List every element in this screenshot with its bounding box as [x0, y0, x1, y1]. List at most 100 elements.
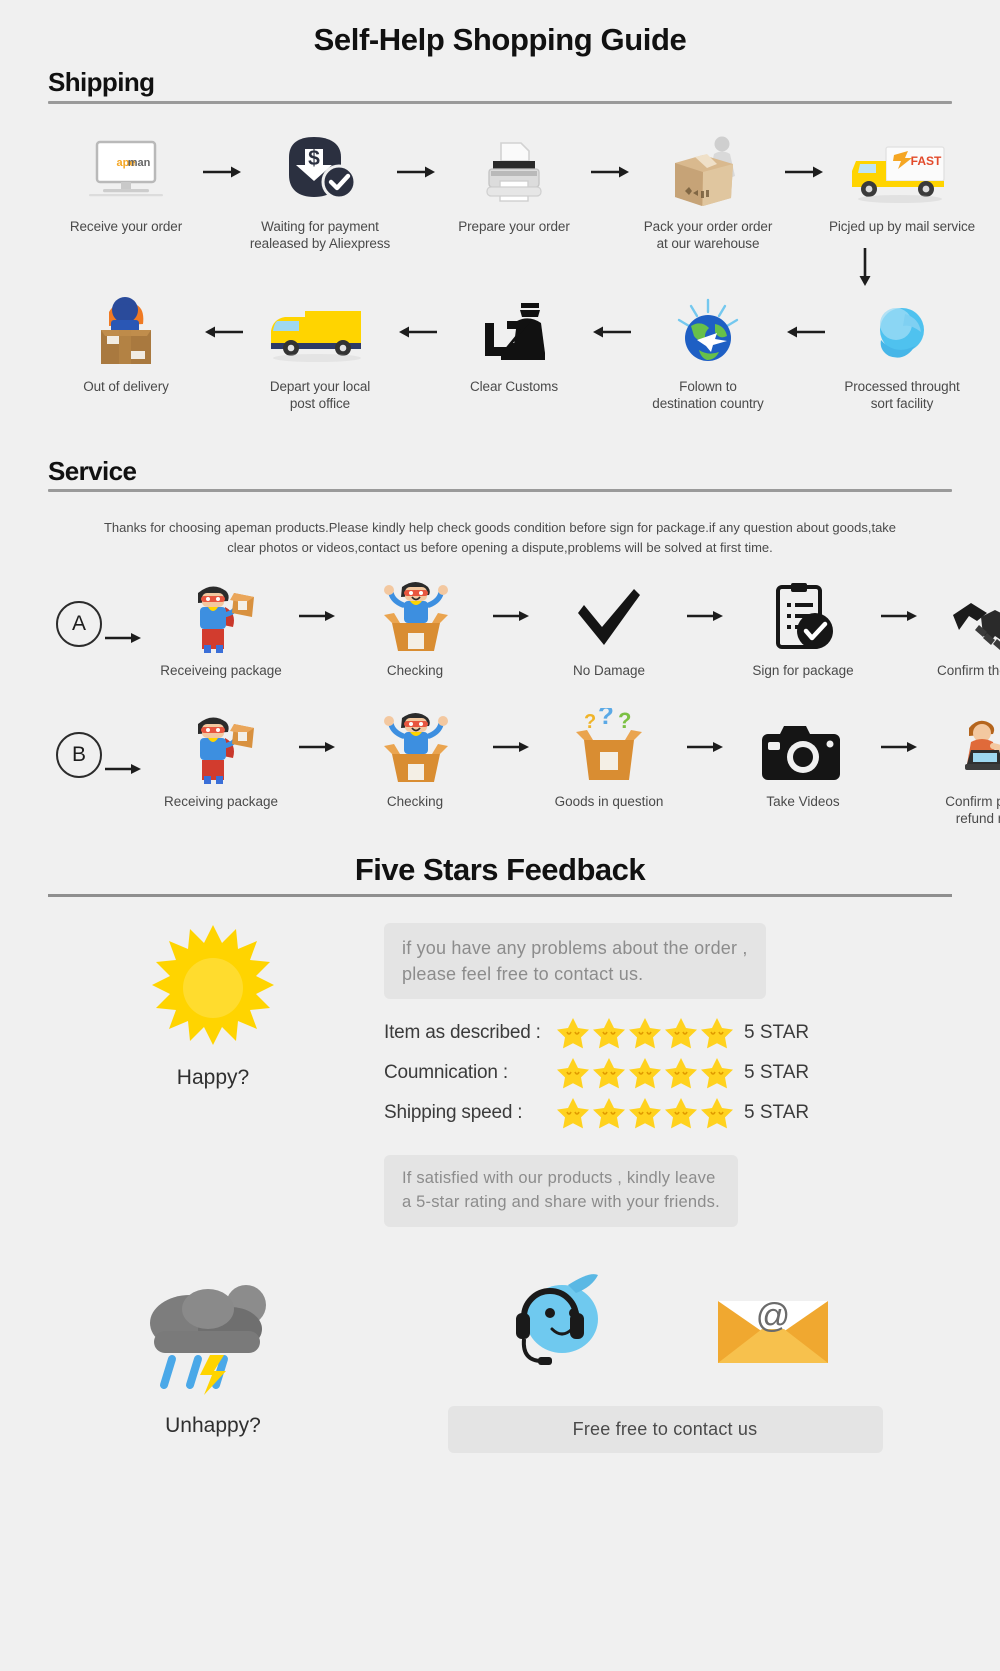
contact-icons: @ — [492, 1271, 838, 1376]
email-envelope-icon[interactable]: @ — [708, 1271, 838, 1376]
open-box-happy-icon — [372, 710, 458, 784]
section-heading-service: Service — [48, 455, 137, 486]
star-rating — [556, 1017, 734, 1049]
packing-box-worker-icon — [665, 134, 751, 210]
service-step-receiving-package-b: Receiving package — [146, 710, 296, 811]
question-box-icon: ? ? ? — [566, 708, 652, 784]
monitor-apeman-icon: ape man — [83, 134, 169, 210]
happy-block: Happy? — [48, 923, 378, 1227]
svg-text:man: man — [128, 157, 151, 169]
rating-label: Item as described : — [384, 1022, 541, 1044]
arrow-left-icon — [394, 294, 440, 370]
happy-label: Happy? — [176, 1065, 250, 1089]
divider — [48, 100, 952, 104]
blue-globe-sort-icon — [865, 294, 939, 370]
step-label: Depart your local post office — [269, 379, 371, 412]
arrow-left-icon — [588, 294, 634, 370]
bubble-problems: if you have any problems about the order… — [384, 922, 766, 1000]
rating-value: 5 STAR — [744, 1062, 810, 1084]
step-label: Waiting for payment realeased by Aliexpr… — [249, 218, 391, 251]
ratings-block: if you have any problems about the order… — [378, 922, 952, 1227]
yellow-delivery-van-icon — [267, 294, 373, 370]
arrow-right-icon — [102, 601, 146, 675]
step-label: No Damage — [572, 663, 646, 679]
globe-airplane-icon — [671, 294, 745, 370]
guide-page: Self-Help Shopping Guide Shipping ape ma… — [0, 0, 1000, 1671]
shipping-step-out-of-delivery: Out of delivery — [52, 294, 200, 395]
arrow-left-icon — [782, 294, 828, 370]
shipping-section: Shipping ape man Receive your order $ Wa… — [48, 67, 975, 413]
svg-text:@: @ — [756, 1297, 791, 1335]
arrow-right-icon — [588, 134, 634, 210]
arrow-right-icon — [296, 579, 340, 653]
rating-row: Coumnication : 5 STAR — [384, 1057, 952, 1089]
step-label: Processed throught sort facility — [844, 379, 960, 412]
flow-connector — [48, 248, 952, 288]
svg-text:FAST: FAST — [911, 154, 942, 168]
divider — [48, 489, 952, 493]
service-step-checking: Checking — [340, 579, 490, 680]
contact-block: Unhappy? @ Free free to contact us — [48, 1271, 952, 1453]
step-label: Receiving package — [163, 794, 279, 810]
step-label: Confirm the delivery — [936, 663, 1000, 679]
star-rating — [556, 1057, 734, 1089]
arrow-right-icon — [102, 732, 146, 806]
svg-text:?: ? — [584, 711, 596, 733]
open-box-happy-icon — [372, 579, 458, 653]
shipping-step-depart-post-office: Depart your local post office — [246, 294, 394, 413]
shipping-flow-row-2: Out of delivery Depart your local post o… — [48, 294, 960, 413]
step-label: Take Videos — [766, 794, 840, 810]
section-heading-shipping: Shipping — [48, 67, 155, 97]
step-label: Picjed up by mail service — [828, 218, 976, 234]
svg-text:?: ? — [598, 708, 614, 730]
shipping-step-picked-up: FAST Picjed up by mail service — [828, 134, 976, 235]
service-step-goods-in-question: ? ? ? Goods in question — [534, 708, 684, 811]
shipping-step-clear-customs: Clear Customs — [440, 294, 588, 395]
rating-row: Shipping speed : 5 STAR — [384, 1097, 952, 1129]
camera-icon — [760, 710, 846, 784]
clipboard-check-icon — [770, 579, 836, 653]
feedback-body: Happy? if you have any problems about th… — [48, 922, 952, 1227]
step-label: Goods in question — [554, 794, 664, 810]
shipping-step-flown-destination: Folown to destination country — [634, 294, 782, 413]
step-label: Checking — [386, 663, 444, 679]
contact-us-button[interactable]: Free free to contact us — [447, 1405, 883, 1453]
step-label: Out of delivery — [83, 379, 169, 395]
superhero-package-icon — [178, 710, 264, 785]
payment-dollar-shield-icon: $ — [281, 134, 359, 210]
feedback-section: Five Stars Feedback Happy? if you have a… — [48, 852, 952, 1453]
rating-label: Coumnication : — [384, 1062, 508, 1084]
shipping-step-sort-facility: Processed throught sort facility — [828, 294, 976, 413]
step-label: Receiveing package — [160, 663, 282, 679]
shipping-step-receive-order: ape man Receive your order — [52, 134, 200, 235]
page-title: Self-Help Shopping Guide — [313, 22, 687, 57]
step-label: Checking — [386, 794, 444, 810]
feedback-title: Five Stars Feedback — [354, 851, 646, 887]
arrow-right-icon — [490, 579, 534, 653]
printer-icon — [479, 134, 549, 210]
customs-officer-icon — [475, 294, 553, 370]
step-label: Folown to destination country — [652, 379, 764, 412]
rating-value: 5 STAR — [744, 1022, 810, 1044]
bubble-satisfied: If satisfied with our products , kindly … — [384, 1155, 738, 1227]
shipping-step-pack-order: Pack your order order at our warehouse — [634, 134, 782, 253]
superhero-package-icon — [178, 579, 264, 654]
service-row-b: B Receiving package Checking ? ? ? Goods… — [48, 708, 1000, 828]
service-step-take-videos: Take Videos — [728, 710, 878, 811]
arrow-right-icon — [878, 579, 922, 653]
arrow-right-icon — [878, 710, 922, 784]
headset-support-icon[interactable] — [492, 1271, 622, 1376]
service-row-a: A Receiveing package Checking No Damage … — [48, 579, 1000, 680]
arrow-left-icon — [200, 294, 246, 370]
svg-text:$: $ — [308, 147, 320, 170]
service-step-sign-for-package: Sign for package — [728, 579, 878, 680]
arrow-right-icon — [490, 710, 534, 784]
arrow-right-icon — [200, 134, 246, 210]
arrow-right-icon — [782, 134, 828, 210]
step-label: Confirm problem, refund money — [945, 794, 1000, 826]
handshake-icon — [951, 579, 1000, 653]
refund-dollar-person-icon: $ — [951, 710, 1000, 784]
shipping-step-prepare-order: Prepare your order — [440, 134, 588, 235]
support-block: @ Free free to contact us — [378, 1271, 952, 1453]
service-section: Service Thanks for choosing apeman produ… — [48, 455, 1000, 828]
